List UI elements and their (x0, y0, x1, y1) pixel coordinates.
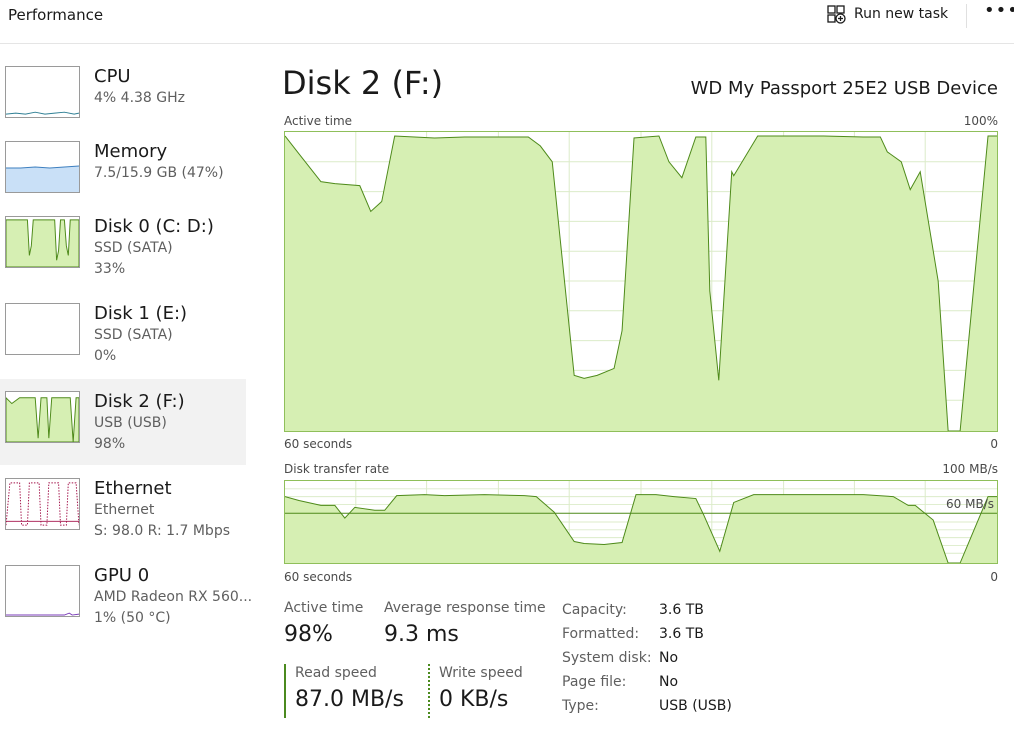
read-speed-label: Read speed (295, 665, 377, 681)
property-value: 3.6 TB (659, 602, 704, 618)
sidebar-item-usage: 1% (50 °C) (94, 610, 171, 626)
sidebar-item-name: Disk 0 (C: D:) (94, 216, 214, 237)
sidebar-item-ethernet[interactable]: Ethernet Ethernet S: 98.0 R: 1.7 Mbps (0, 474, 246, 560)
ethernet-thumbnail (5, 478, 80, 530)
sidebar-item-detail: SSD (SATA) (94, 327, 173, 343)
active-time-stat-label: Active time (284, 600, 364, 616)
property-row-page-file: Page file: No (562, 670, 732, 694)
run-new-task-button[interactable]: Run new task (826, 2, 948, 26)
property-key: System disk: (562, 650, 652, 666)
sidebar-item-usage: 33% (94, 261, 126, 277)
read-speed-indicator (284, 664, 286, 718)
memory-thumbnail (5, 141, 80, 193)
transfer-rate-reference-label: 60 MB/s (946, 497, 994, 511)
sidebar-item-cpu[interactable]: CPU 4% 4.38 GHz (0, 62, 246, 148)
disk-title: Disk 2 (F:) (282, 64, 444, 102)
sidebar-item-disk-0[interactable]: Disk 0 (C: D:) SSD (SATA) 33% (0, 212, 246, 298)
read-speed-value: 87.0 MB/s (295, 687, 404, 712)
sidebar-item-name: CPU (94, 66, 131, 87)
run-task-label: Run new task (854, 6, 949, 22)
property-key: Formatted: (562, 626, 640, 642)
active-time-min-label: 0 (990, 437, 998, 451)
header-bar: Performance Run new task ••• (0, 0, 1014, 44)
disk-properties: Capacity: 3.6 TB Formatted: 3.6 TB Syste… (562, 598, 732, 718)
sidebar-item-disk-2[interactable]: Disk 2 (F:) USB (USB) 98% (0, 379, 246, 465)
property-row-type: Type: USB (USB) (562, 694, 732, 718)
sidebar-item-name: GPU 0 (94, 565, 150, 586)
disk-2-thumbnail (5, 391, 80, 443)
sidebar-item-detail: SSD (SATA) (94, 240, 173, 256)
property-value: No (659, 650, 679, 666)
transfer-rate-chart (284, 480, 998, 564)
property-key: Capacity: (562, 602, 627, 618)
property-row-capacity: Capacity: 3.6 TB (562, 598, 732, 622)
transfer-rate-max-label: 100 MB/s (942, 462, 998, 476)
sidebar-item-usage: 0% (94, 348, 117, 364)
property-value: No (659, 674, 679, 690)
avg-response-stat-label: Average response time (384, 600, 546, 616)
page-title: Performance (8, 6, 104, 24)
sidebar-item-disk-1[interactable]: Disk 1 (E:) SSD (SATA) 0% (0, 299, 246, 385)
avg-response-stat-value: 9.3 ms (384, 622, 459, 647)
sidebar-item-gpu-0[interactable]: GPU 0 AMD Radeon RX 560... 1% (50 °C) (0, 561, 252, 647)
property-value: 3.6 TB (659, 626, 704, 642)
transfer-rate-chart-label: Disk transfer rate (284, 462, 390, 476)
disk-1-thumbnail (5, 303, 80, 355)
transfer-rate-min-label: 0 (990, 570, 998, 584)
property-key: Type: (562, 698, 599, 714)
write-speed-value: 0 KB/s (439, 687, 509, 712)
header-divider (966, 4, 967, 28)
active-time-time-label: 60 seconds (284, 437, 353, 451)
device-name: WD My Passport 25E2 USB Device (690, 78, 998, 99)
sidebar-item-detail: USB (USB) (94, 415, 167, 431)
property-row-system-disk: System disk: No (562, 646, 732, 670)
main-panel: Disk 2 (F:) WD My Passport 25E2 USB Devi… (246, 44, 1014, 743)
sidebar-item-usage: 98% (94, 436, 126, 452)
disk-0-thumbnail (5, 216, 80, 268)
run-task-icon (827, 5, 846, 24)
cpu-thumbnail (5, 66, 80, 118)
gpu-0-thumbnail (5, 565, 80, 617)
sidebar-item-detail: Ethernet (94, 502, 155, 518)
sidebar-item-name: Disk 1 (E:) (94, 303, 188, 324)
sidebar-item-name: Disk 2 (F:) (94, 391, 185, 412)
write-speed-indicator (428, 664, 430, 718)
active-time-max-label: 100% (963, 114, 998, 128)
sidebar-item-detail: 4% 4.38 GHz (94, 90, 186, 106)
sidebar: CPU 4% 4.38 GHz Memory 7.5/15.9 GB (47%)… (0, 44, 252, 743)
property-row-formatted: Formatted: 3.6 TB (562, 622, 732, 646)
property-key: Page file: (562, 674, 627, 690)
property-value: USB (USB) (659, 698, 732, 714)
more-options-button[interactable]: ••• (984, 2, 1014, 26)
active-time-stat-value: 98% (284, 622, 333, 647)
active-time-chart-label: Active time (284, 114, 353, 128)
sidebar-item-name: Ethernet (94, 478, 172, 499)
sidebar-item-detail: 7.5/15.9 GB (47%) (94, 165, 224, 181)
sidebar-item-memory[interactable]: Memory 7.5/15.9 GB (47%) (0, 137, 246, 223)
write-speed-label: Write speed (439, 665, 523, 681)
sidebar-item-detail: AMD Radeon RX 560... (94, 589, 253, 605)
sidebar-item-usage: S: 98.0 R: 1.7 Mbps (94, 523, 231, 539)
sidebar-item-name: Memory (94, 141, 168, 162)
transfer-rate-time-label: 60 seconds (284, 570, 353, 584)
active-time-chart (284, 131, 998, 432)
